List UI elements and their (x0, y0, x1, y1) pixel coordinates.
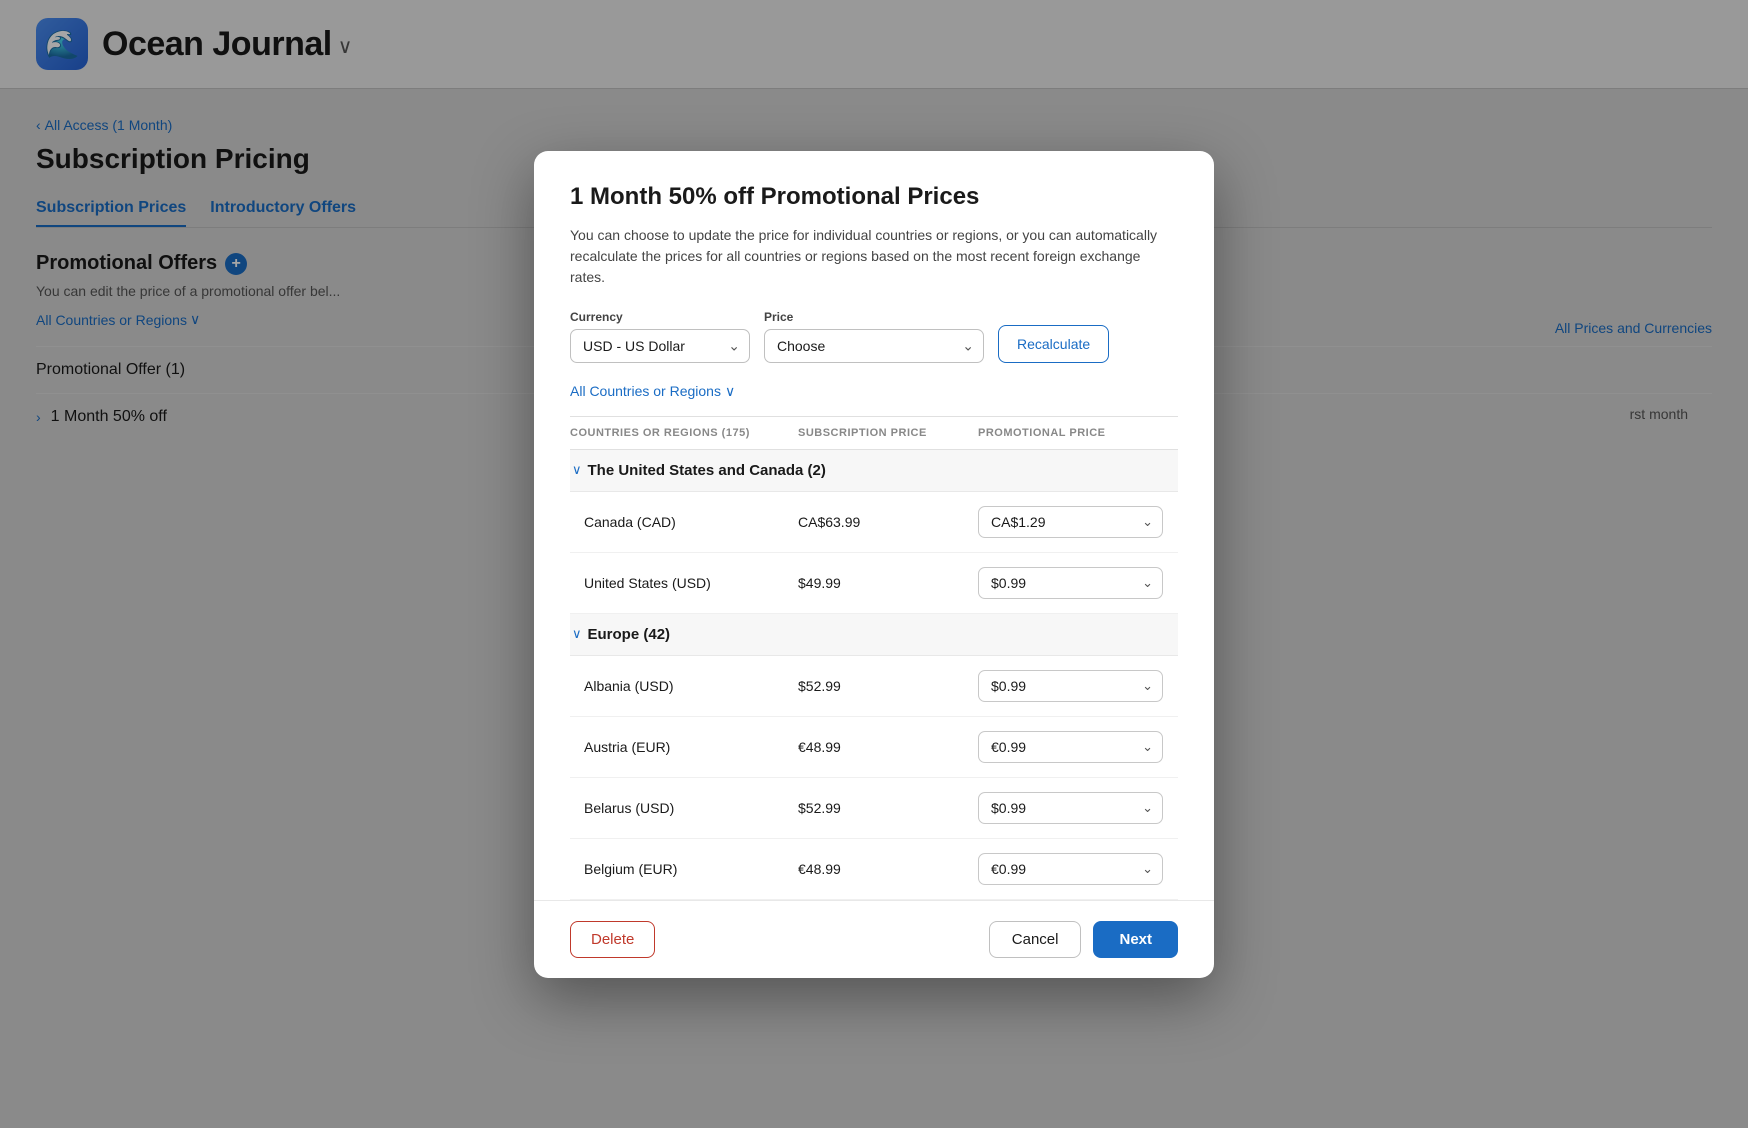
cancel-button[interactable]: Cancel (989, 921, 1082, 958)
sub-price-cell: €48.99 (798, 739, 978, 755)
country-cell: Belgium (EUR) (570, 861, 798, 877)
countries-table[interactable]: COUNTRIES OR REGIONS (175) SUBSCRIPTION … (570, 416, 1178, 900)
next-button[interactable]: Next (1093, 921, 1178, 958)
sub-price-cell: CA$63.99 (798, 514, 978, 530)
promo-price-cell: $0.99 (978, 567, 1178, 599)
table-row: United States (USD) $49.99 $0.99 (570, 553, 1178, 614)
modal-title: 1 Month 50% off Promotional Prices (570, 183, 1178, 211)
header-countries: COUNTRIES OR REGIONS (175) (570, 427, 798, 439)
currency-select-wrapper: USD - US Dollar (570, 329, 750, 363)
country-cell: United States (USD) (570, 575, 798, 591)
promo-price-cell: CA$1.29 (978, 506, 1178, 538)
group-chevron-icon: ∨ (572, 626, 582, 642)
promo-price-cell: $0.99 (978, 670, 1178, 702)
header-sub-price: SUBSCRIPTION PRICE (798, 427, 978, 439)
promo-price-select[interactable]: $0.99 (978, 670, 1163, 702)
group-chevron-icon: ∨ (572, 462, 582, 478)
all-countries-link[interactable]: All Countries or Regions ∨ (570, 383, 1178, 400)
currency-field-group: Currency USD - US Dollar (570, 310, 750, 363)
price-select-wrapper: Choose (764, 329, 984, 363)
modal-footer: Delete Cancel Next (534, 900, 1214, 978)
table-row: Canada (CAD) CA$63.99 CA$1.29 (570, 492, 1178, 553)
footer-right-buttons: Cancel Next (989, 921, 1178, 958)
header-promo-price: PROMOTIONAL PRICE (978, 427, 1178, 439)
country-cell: Canada (CAD) (570, 514, 798, 530)
sub-price-cell: $52.99 (798, 678, 978, 694)
table-row: Belarus (USD) $52.99 $0.99 (570, 778, 1178, 839)
country-cell: Belarus (USD) (570, 800, 798, 816)
group-us-canada: ∨ The United States and Canada (2) (570, 450, 1178, 492)
table-row: Austria (EUR) €48.99 €0.99 (570, 717, 1178, 778)
price-field-group: Price Choose (764, 310, 984, 363)
price-label: Price (764, 310, 984, 324)
all-countries-chevron-icon: ∨ (725, 383, 735, 400)
promo-price-select[interactable]: €0.99 (978, 731, 1163, 763)
price-select[interactable]: Choose (764, 329, 984, 363)
sub-price-cell: $52.99 (798, 800, 978, 816)
promo-price-cell: €0.99 (978, 731, 1178, 763)
table-row: Belgium (EUR) €48.99 €0.99 (570, 839, 1178, 900)
promo-price-cell: €0.99 (978, 853, 1178, 885)
modal-body: 1 Month 50% off Promotional Prices You c… (534, 151, 1214, 900)
promo-price-select[interactable]: $0.99 (978, 567, 1163, 599)
currency-price-row: Currency USD - US Dollar Price Choose (570, 310, 1178, 363)
modal-description: You can choose to update the price for i… (570, 225, 1178, 288)
promo-price-select[interactable]: €0.99 (978, 853, 1163, 885)
promo-price-cell: $0.99 (978, 792, 1178, 824)
promo-price-select[interactable]: $0.99 (978, 792, 1163, 824)
country-cell: Albania (USD) (570, 678, 798, 694)
currency-select[interactable]: USD - US Dollar (570, 329, 750, 363)
table-header: COUNTRIES OR REGIONS (175) SUBSCRIPTION … (570, 417, 1178, 450)
sub-price-cell: $49.99 (798, 575, 978, 591)
currency-label: Currency (570, 310, 750, 324)
group-europe: ∨ Europe (42) (570, 614, 1178, 656)
promotional-prices-modal: 1 Month 50% off Promotional Prices You c… (534, 151, 1214, 978)
country-cell: Austria (EUR) (570, 739, 798, 755)
promo-price-select[interactable]: CA$1.29 (978, 506, 1163, 538)
modal-overlay: 1 Month 50% off Promotional Prices You c… (0, 0, 1748, 1128)
delete-button[interactable]: Delete (570, 921, 655, 958)
sub-price-cell: €48.99 (798, 861, 978, 877)
table-row: Albania (USD) $52.99 $0.99 (570, 656, 1178, 717)
recalculate-button[interactable]: Recalculate (998, 325, 1109, 363)
